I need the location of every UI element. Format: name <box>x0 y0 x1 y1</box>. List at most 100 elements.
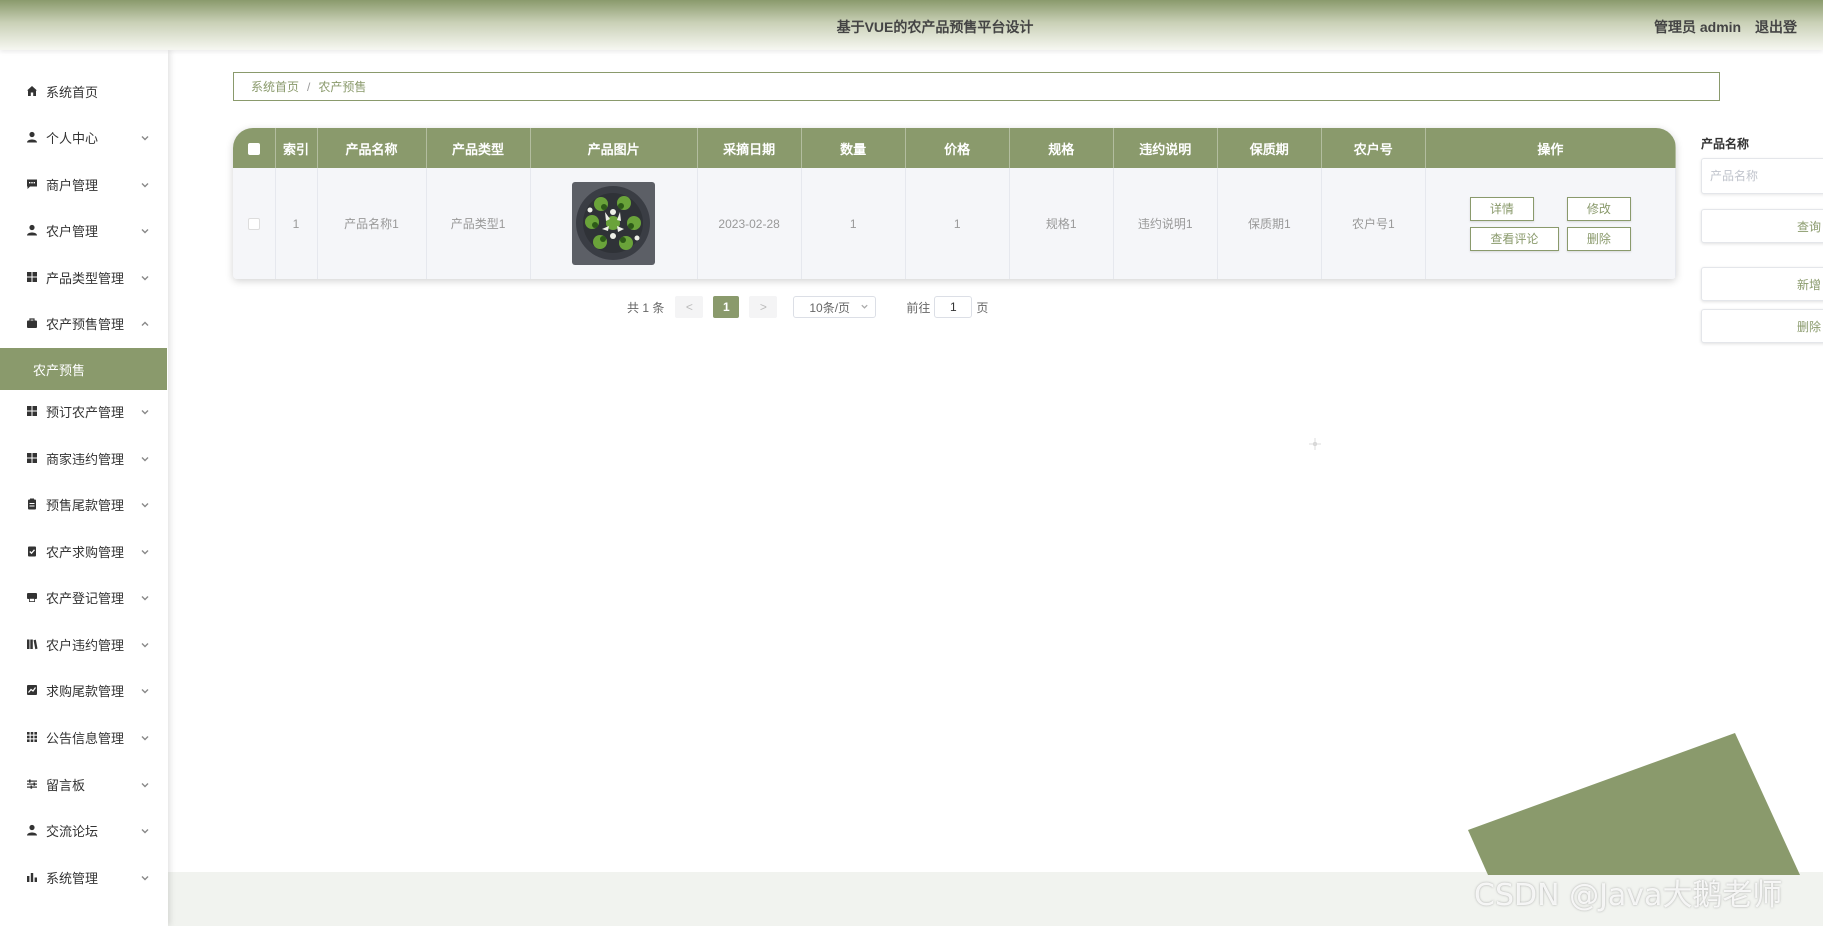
sliders-icon <box>26 778 38 790</box>
user-icon <box>26 824 38 836</box>
sidebar-item-label: 个人中心 <box>46 130 99 146</box>
row-checkbox[interactable] <box>247 218 260 231</box>
chevron-down-icon <box>140 871 150 881</box>
sidebar-item-message-board[interactable]: 留言板 <box>0 764 168 804</box>
batch-delete-button[interactable]: 删除 <box>1701 309 1823 343</box>
add-button[interactable]: 新增 <box>1701 267 1823 301</box>
sidebar-item-label: 农户管理 <box>46 223 99 239</box>
prev-page-button[interactable]: < <box>675 296 704 318</box>
sidebar-item-label: 公告信息管理 <box>46 730 125 746</box>
breadcrumb: 系统首页 / 农产预售 <box>233 72 1720 101</box>
cell-product-type: 产品类型1 <box>426 168 531 279</box>
row-delete-button[interactable]: 删除 <box>1566 226 1631 251</box>
sidebar-item-forum[interactable]: 交流论坛 <box>0 810 168 850</box>
chevron-down-icon <box>140 405 150 415</box>
grid-icon <box>26 452 38 464</box>
select-all-cell[interactable] <box>233 128 276 168</box>
goto-suffix: 页 <box>976 300 989 315</box>
table-header-row: 索引 产品名称 产品类型 产品图片 采摘日期 数量 价格 规格 违约说明 保质期… <box>233 128 1676 168</box>
chevron-down-icon <box>140 271 150 281</box>
breadcrumb-home[interactable]: 系统首页 <box>251 78 299 95</box>
sidebar-item-system[interactable]: 系统管理 <box>0 857 168 897</box>
detail-button[interactable]: 详情 <box>1469 196 1534 221</box>
select-all-checkbox[interactable] <box>247 143 260 156</box>
column-header: 产品名称 <box>317 128 427 168</box>
book-icon <box>26 638 38 650</box>
apps-icon <box>26 731 38 743</box>
chart-line-icon <box>26 684 38 696</box>
sidebar-subitem-label: 农产预售 <box>33 362 86 378</box>
logout-link[interactable]: 退出登 <box>1755 19 1797 35</box>
sidebar-item-label: 预售尾款管理 <box>46 497 125 513</box>
product-image[interactable] <box>572 182 656 265</box>
cell-index: 1 <box>275 168 318 279</box>
sidebar-item-label: 产品类型管理 <box>46 270 125 286</box>
sidebar-item-reservation[interactable]: 预订农产管理 <box>0 391 168 431</box>
sidebar-item-registration[interactable]: 农产登记管理 <box>0 577 168 617</box>
sidebar-subitem-presale[interactable]: 农产预售 <box>0 348 167 390</box>
chevron-down-icon <box>140 131 150 141</box>
next-page-button[interactable]: > <box>749 296 778 318</box>
sidebar-item-personal-center[interactable]: 个人中心 <box>0 117 168 157</box>
view-comments-button[interactable]: 查看评论 <box>1469 226 1559 251</box>
query-button[interactable]: 查询 <box>1701 209 1823 243</box>
grid-icon <box>26 271 38 283</box>
cell-breach-note: 违约说明1 <box>1113 168 1218 279</box>
sidebar-item-purchase-request[interactable]: 农产求购管理 <box>0 531 168 571</box>
sidebar-item-purchase-balance[interactable]: 求购尾款管理 <box>0 670 168 710</box>
printer-icon <box>26 591 38 603</box>
sidebar-item-label: 商家违约管理 <box>46 451 125 467</box>
cell-spec: 规格1 <box>1009 168 1114 279</box>
row-select-cell[interactable] <box>233 168 276 279</box>
sidebar-item-label: 交流论坛 <box>46 823 99 839</box>
sidebar-item-label: 预订农产管理 <box>46 404 125 420</box>
user-label: 管理员 admin <box>1653 19 1742 35</box>
column-header: 保质期 <box>1217 128 1322 168</box>
product-name-search-input[interactable] <box>1701 158 1823 194</box>
row-actions: 详情 修改 查看评论 删除 <box>1426 196 1675 251</box>
column-header: 数量 <box>801 128 906 168</box>
chevron-down-icon <box>140 591 150 601</box>
edit-button[interactable]: 修改 <box>1566 196 1631 221</box>
sidebar-item-farmer-breach[interactable]: 农户违约管理 <box>0 624 168 664</box>
sidebar-item-label: 系统首页 <box>46 84 99 100</box>
app-title: 基于VUE的农产品预售平台设计 <box>836 19 1034 35</box>
chat-icon <box>26 178 38 190</box>
page-size-select[interactable]: 10条/页 <box>793 296 877 318</box>
cell-actions: 详情 修改 查看评论 删除 <box>1425 168 1676 279</box>
sidebar-item-presale[interactable]: 农产预售管理 <box>0 303 168 343</box>
sidebar-item-merchant-breach[interactable]: 商家违约管理 <box>0 438 168 478</box>
sidebar-item-home[interactable]: 系统首页 <box>0 71 168 111</box>
sidebar-item-notice[interactable]: 公告信息管理 <box>0 717 168 757</box>
chevron-up-icon <box>140 317 150 327</box>
sidebar-item-label: 农产登记管理 <box>46 590 125 606</box>
data-table: 索引 产品名称 产品类型 产品图片 采摘日期 数量 价格 规格 违约说明 保质期… <box>233 128 1676 279</box>
top-bar: 基于VUE的农产品预售平台设计 管理员 admin 退出登 <box>0 0 1823 50</box>
sidebar-item-product-type[interactable]: 产品类型管理 <box>0 257 168 297</box>
user-area: 管理员 admin 退出登 <box>1654 17 1797 37</box>
chevron-down-icon <box>140 638 150 648</box>
user-icon <box>26 224 38 236</box>
sidebar-item-label: 求购尾款管理 <box>46 683 125 699</box>
watermark-text: CSDN @Java大鹅老师 <box>1474 878 1783 913</box>
column-header: 价格 <box>905 128 1010 168</box>
chevron-down-icon <box>140 545 150 555</box>
chevron-down-icon <box>140 824 150 834</box>
page-number-button[interactable]: 1 <box>713 296 740 318</box>
sidebar-item-presale-balance[interactable]: 预售尾款管理 <box>0 484 168 524</box>
chevron-down-icon <box>140 778 150 788</box>
cell-pick-date: 2023-02-28 <box>697 168 802 279</box>
clipboard-icon <box>26 498 38 510</box>
sidebar-item-label: 农产预售管理 <box>46 316 125 332</box>
sidebar-item-farmer[interactable]: 农户管理 <box>0 210 168 250</box>
goto-page-input[interactable] <box>934 296 973 318</box>
chevron-down-icon <box>140 178 150 188</box>
chevron-down-icon <box>140 224 150 234</box>
user-icon <box>26 131 38 143</box>
cell-product-name: 产品名称1 <box>317 168 427 279</box>
column-header: 产品类型 <box>426 128 531 168</box>
sidebar-item-merchant[interactable]: 商户管理 <box>0 164 168 204</box>
cell-product-image <box>530 168 698 279</box>
chevron-down-icon <box>140 452 150 462</box>
column-header: 采摘日期 <box>697 128 802 168</box>
